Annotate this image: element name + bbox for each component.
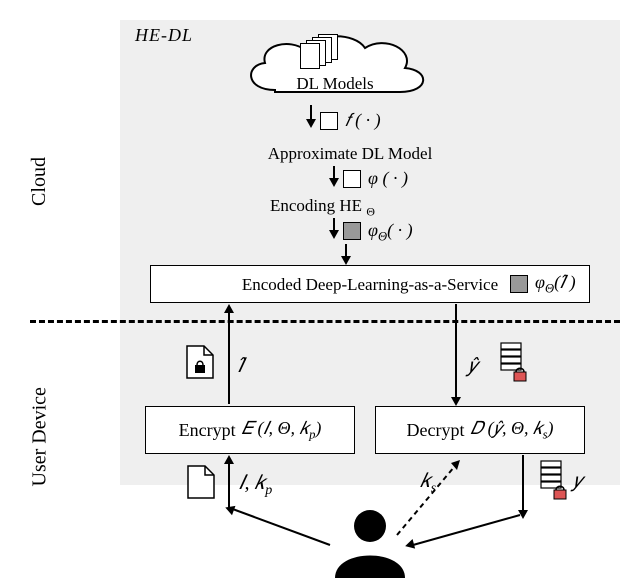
theta-sub: Θ [378,230,387,244]
arrow-from-decrypt [522,455,524,512]
box-phi-I-icon [510,275,528,293]
service-text: Encoded Deep-Learning-as-a-Service [242,275,498,294]
box-f-icon [320,112,338,130]
phiI-sub: Θ [545,282,554,296]
encoding-text: Encoding HE [270,196,362,215]
decrypt-box: Decrypt 𝐷 (𝑦̂, Θ, 𝑘s) [375,406,585,454]
dl-models-label: DL Models [280,74,390,94]
encrypt-label: Encrypt [179,420,236,441]
phi-arg: ( · ) [387,220,413,240]
arrow-encrypt-to-service [228,311,230,404]
phi-I-symbol: φΘ(𝐼̂ ) [535,272,576,297]
phiI: φ [535,272,545,292]
cloud-user-divider [30,320,620,323]
document-icon [187,465,215,499]
user-section-label: User Device [29,367,52,487]
y-label: 𝑦 [573,470,582,493]
y-hat-label: 𝑦̂ [468,355,477,378]
box-phi-icon [343,170,361,188]
arrow-user-to-encrypt-line [225,500,335,550]
phiI-arg: (𝐼̂ ) [554,272,576,292]
hedl-title: HE-DL [135,25,193,46]
arrowhead-icon [329,230,339,239]
approx-dl-label: Approximate DL Model [250,144,450,164]
phi-theta-symbol: φΘ( · ) [368,220,413,245]
arrow-service-to-decrypt [455,304,457,399]
arrowhead-icon [341,256,351,265]
encoding-he-label: Encoding HE Θ [270,196,375,219]
arrow-decrypt-to-user-line [405,510,525,550]
phi-symbol: φ ( · ) [368,168,408,189]
arrowhead-icon [306,119,316,128]
I-kp-label: 𝐼, 𝑘p [239,472,272,499]
diagram-canvas: Cloud User Device HE-DL DL Models 𝑓 ( · … [0,0,640,581]
encrypt-box: Encrypt 𝐸 (𝐼, Θ, 𝑘p) [145,406,355,454]
lock-icon [513,366,527,382]
decrypt-label: Decrypt [407,420,465,441]
dl-models-stack-icon [300,38,360,66]
arrowhead-icon [224,304,234,313]
encrypt-expr: 𝐸 (𝐼, Θ, 𝑘p) [242,418,322,443]
f-symbol: 𝑓 ( · ) [345,110,381,131]
arrowhead-icon [329,178,339,187]
cloud-section-label: Cloud [28,157,51,206]
I-hat-label: 𝐼̂ [238,355,244,378]
encoding-sub: Θ [366,204,375,218]
locked-document-icon [186,345,214,379]
decrypt-expr: 𝐷 (𝑦̂, Θ, 𝑘s) [471,418,554,443]
box-phitheta-icon [343,222,361,240]
arrowhead-icon [224,455,234,464]
lock-icon [553,484,567,500]
arrowhead-icon [451,397,461,406]
phi: φ [368,220,378,240]
